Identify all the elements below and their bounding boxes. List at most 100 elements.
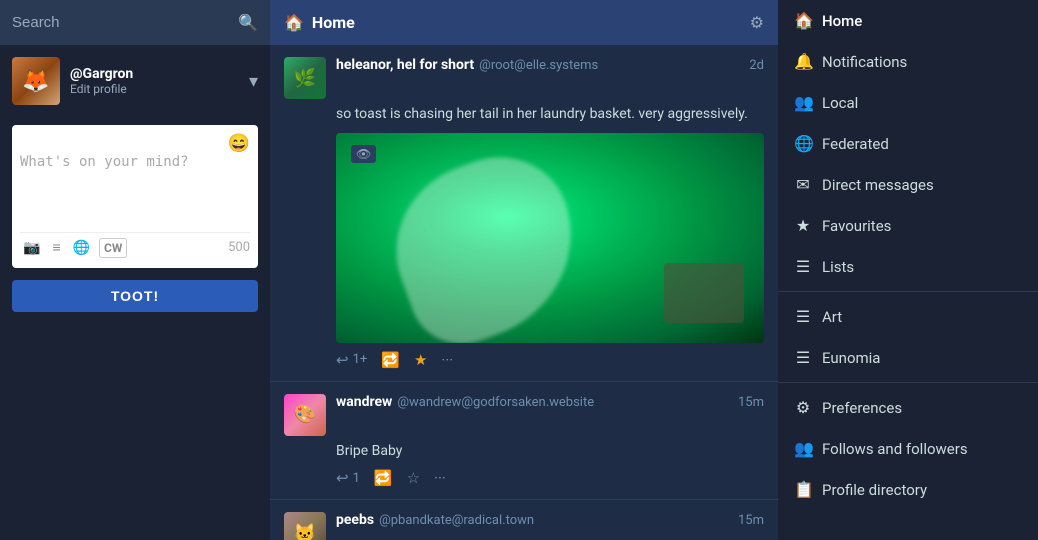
compose-list-icon[interactable]: ≡ (49, 237, 63, 258)
boost-icon: 🔁 (374, 469, 393, 487)
sidebar-item-label: Direct messages (822, 176, 934, 194)
post-actions: ↩ 1+ 🔁 ★ ··· (336, 351, 764, 369)
avatar: 🎨 (284, 394, 326, 436)
post-author-name: heleanor, hel for short (336, 57, 474, 73)
post-header: 🐱 peebs @pbandkate@radical.town 15m (284, 512, 764, 540)
lists-icon: ☰ (794, 257, 812, 276)
post-time: 2d (749, 58, 764, 73)
sidebar-item-label: Home (822, 12, 862, 30)
table-row: 🐱 peebs @pbandkate@radical.town 15m @Mai… (270, 500, 778, 540)
sidebar-item-label: Notifications (822, 53, 907, 71)
sidebar-item-follows-followers[interactable]: 👥 Follows and followers (778, 428, 1038, 469)
sidebar-item-eunomia[interactable]: ☰ Eunomia (778, 337, 1038, 378)
sidebar-item-local[interactable]: 👥 Local (778, 82, 1038, 123)
avatar-image: 🦊 (12, 57, 60, 105)
post-author-line: wandrew @wandrew@godforsaken.website 15m (336, 394, 764, 410)
globe-icon: 🌐 (794, 134, 812, 153)
post-author-name: peebs (336, 512, 374, 528)
profile-name: @Gargron (70, 66, 239, 82)
avatar: 🦊 (12, 57, 60, 105)
sidebar-item-preferences[interactable]: ⚙ Preferences (778, 387, 1038, 428)
profile-edit-link[interactable]: Edit profile (70, 82, 239, 96)
middle-column: 🏠 Home ⚙ 🌿 heleanor, hel for short @root… (270, 0, 778, 540)
favourite-button[interactable]: ★ (414, 351, 427, 369)
reply-icon: ↩ (336, 351, 349, 369)
post-author-name: wandrew (336, 394, 392, 410)
post-image: 👁 (336, 133, 764, 343)
sidebar-item-label: Federated (822, 135, 889, 153)
sidebar-item-lists[interactable]: ☰ Lists (778, 246, 1038, 287)
sidebar-item-label: Lists (822, 258, 854, 276)
art-icon: ☰ (794, 307, 812, 326)
post-meta: wandrew @wandrew@godforsaken.website 15m (336, 394, 764, 410)
column-title: Home (312, 13, 742, 32)
home-icon: 🏠 (794, 11, 812, 30)
post-author-line: heleanor, hel for short @root@elle.syste… (336, 57, 764, 73)
column-settings-icon[interactable]: ⚙ (750, 13, 764, 32)
directory-icon: 📋 (794, 480, 812, 499)
profile-section: 🦊 @Gargron Edit profile ▾ (0, 45, 270, 117)
local-icon: 👥 (794, 93, 812, 112)
search-input[interactable] (12, 14, 238, 31)
table-row: 🎨 wandrew @wandrew@godforsaken.website 1… (270, 382, 778, 501)
nav-divider (778, 291, 1038, 292)
post-image-visual: 👁 (336, 133, 764, 343)
reply-button[interactable]: ↩ 1+ (336, 351, 367, 369)
more-icon: ··· (434, 469, 446, 487)
compose-emoji-button[interactable]: 😄 (228, 133, 250, 154)
star-icon: ★ (794, 216, 812, 235)
sidebar-item-favourites[interactable]: ★ Favourites (778, 205, 1038, 246)
sidebar-item-label: Preferences (822, 399, 902, 417)
compose-toolbar: 📷 ≡ 🌐 CW 500 (20, 232, 250, 260)
reply-icon: ↩ (336, 469, 349, 487)
star-icon: ☆ (407, 469, 420, 487)
right-sidebar: 🏠 Home 🔔 Notifications 👥 Local 🌐 Federat… (778, 0, 1038, 540)
post-actions: ↩ 1 🔁 ☆ ··· (336, 469, 764, 487)
favourite-button[interactable]: ☆ (407, 469, 420, 487)
post-content: Bripe Baby (336, 442, 764, 462)
cw-icon: 👁 (351, 145, 376, 163)
sidebar-item-label: Local (822, 94, 858, 112)
sidebar-item-direct-messages[interactable]: ✉ Direct messages (778, 164, 1038, 205)
compose-counter: 500 (228, 240, 250, 255)
compose-cw-button[interactable]: CW (99, 238, 127, 258)
sidebar-item-label: Art (822, 308, 842, 326)
avatar: 🌿 (284, 57, 326, 99)
profile-chevron-icon[interactable]: ▾ (249, 71, 258, 92)
more-button[interactable]: ··· (441, 351, 453, 369)
left-sidebar: 🔍 🦊 @Gargron Edit profile ▾ 😄 📷 ≡ 🌐 CW 5… (0, 0, 270, 540)
search-icon: 🔍 (238, 13, 258, 32)
timeline: 🌿 heleanor, hel for short @root@elle.sys… (270, 45, 778, 540)
search-bar: 🔍 (0, 0, 270, 45)
mail-icon: ✉ (794, 175, 812, 194)
boost-button[interactable]: 🔁 (374, 469, 393, 487)
sidebar-item-notifications[interactable]: 🔔 Notifications (778, 41, 1038, 82)
compose-box: 😄 📷 ≡ 🌐 CW 500 (12, 125, 258, 268)
compose-globe-icon[interactable]: 🌐 (70, 238, 93, 258)
boost-button[interactable]: 🔁 (381, 351, 400, 369)
toot-button[interactable]: TOOT! (12, 280, 258, 312)
sidebar-item-label: Eunomia (822, 349, 880, 367)
star-icon: ★ (414, 351, 427, 369)
reply-button[interactable]: ↩ 1 (336, 469, 360, 487)
follows-icon: 👥 (794, 439, 812, 458)
post-author-handle: @root@elle.systems (479, 58, 598, 73)
more-icon: ··· (441, 351, 453, 369)
boost-icon: 🔁 (381, 351, 400, 369)
post-time: 15m (738, 395, 764, 410)
sidebar-item-profile-directory[interactable]: 📋 Profile directory (778, 469, 1038, 510)
post-meta: peebs @pbandkate@radical.town 15m (336, 512, 764, 528)
post-content: so toast is chasing her tail in her laun… (336, 105, 764, 125)
sidebar-item-label: Favourites (822, 217, 891, 235)
home-icon: 🏠 (284, 13, 304, 32)
compose-camera-icon[interactable]: 📷 (20, 238, 43, 258)
table-row: 🌿 heleanor, hel for short @root@elle.sys… (270, 45, 778, 382)
post-header: 🎨 wandrew @wandrew@godforsaken.website 1… (284, 394, 764, 436)
compose-textarea[interactable] (20, 154, 250, 224)
post-meta: heleanor, hel for short @root@elle.syste… (336, 57, 764, 73)
post-header: 🌿 heleanor, hel for short @root@elle.sys… (284, 57, 764, 99)
sidebar-item-home[interactable]: 🏠 Home (778, 0, 1038, 41)
more-button[interactable]: ··· (434, 469, 446, 487)
sidebar-item-art[interactable]: ☰ Art (778, 296, 1038, 337)
sidebar-item-federated[interactable]: 🌐 Federated (778, 123, 1038, 164)
